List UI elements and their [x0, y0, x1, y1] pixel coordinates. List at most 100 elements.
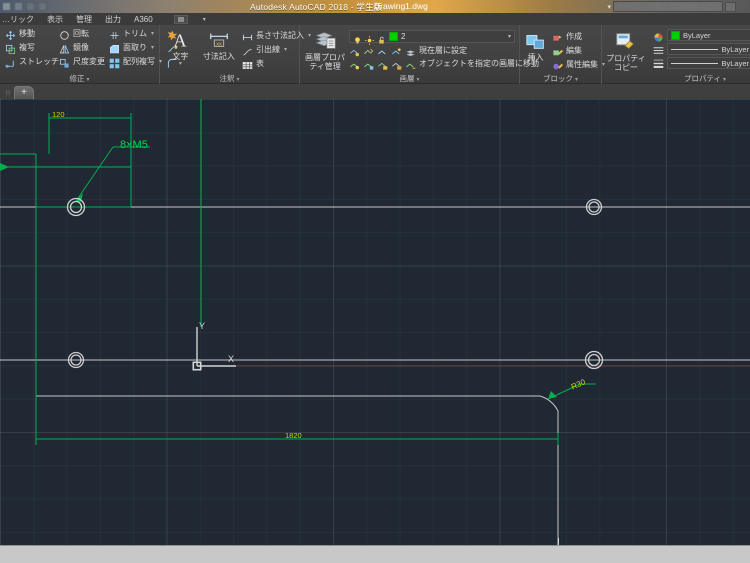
chevron-down-icon[interactable]: ▾ — [416, 77, 419, 83]
layer-lock-icon[interactable] — [377, 58, 388, 70]
tool-label: 編集 — [566, 46, 582, 55]
open-file-icon[interactable] — [26, 2, 35, 11]
app-menu-icon[interactable] — [2, 2, 11, 11]
color-wheel-icon[interactable] — [653, 30, 664, 42]
tool-table[interactable]: 表 — [240, 57, 296, 70]
property-linetype-dropdown[interactable]: ByLayer ▾ — [667, 43, 750, 55]
layer-color-swatch[interactable] — [389, 32, 398, 41]
tool-array[interactable]: 配列複写 ▾ — [107, 55, 163, 69]
chevron-down-icon[interactable]: ▾ — [723, 77, 726, 83]
tool-label: 尺度変更 — [73, 57, 105, 66]
chevron-down-icon[interactable]: ▾ — [575, 77, 578, 83]
layer-row-move-object[interactable]: オブジェクトを指定の画層に移動 — [349, 57, 539, 70]
drawing-canvas[interactable]: 120 8×M5 1820 R30 Y X — [0, 99, 750, 545]
edit-attribute-icon — [552, 59, 563, 70]
property-color-dropdown[interactable]: ByLayer ▾ — [667, 29, 750, 41]
tab-output[interactable]: 出力 — [105, 14, 121, 25]
tool-label: プロパティ コピー — [606, 54, 646, 72]
ribbon-panel-annotation: A 文字 ▾ xx 寸法記入 長さ寸法記入 ▾ 引出線 ▾ 表 注釈 ▾ — [160, 25, 311, 84]
ribbon: 移動 複写 ストレッチ 回転 鏡像 尺度変更 トリム ▾ 面取り ▾ 配列複写 … — [0, 25, 750, 84]
linetype-icon[interactable] — [653, 43, 664, 54]
layer-uniso-icon[interactable] — [391, 45, 402, 56]
new-file-icon[interactable] — [14, 2, 23, 11]
tab-manage[interactable]: 管理 — [76, 14, 92, 25]
help-icon[interactable] — [725, 1, 736, 12]
chevron-down-icon[interactable]: ▾ — [179, 61, 182, 67]
layer-set-current-icon[interactable] — [349, 45, 360, 56]
tool-rotate[interactable]: 回転 — [57, 27, 105, 40]
chevron-down-icon[interactable]: ▾ — [607, 3, 611, 11]
lineweight-icon[interactable] — [653, 56, 664, 68]
layer-iso-icon[interactable] — [377, 45, 388, 56]
new-tab-button[interactable]: + — [14, 86, 34, 99]
tab-a360[interactable]: A360 — [134, 15, 153, 24]
tab-click[interactable]: …リック — [2, 14, 34, 25]
copy-icon — [5, 42, 16, 55]
tab-view[interactable]: 表示 — [47, 14, 63, 25]
autocad-window: Autodesk AutoCAD 2018 - 学生版 Drawing1.dwg… — [0, 0, 750, 563]
tool-mirror[interactable]: 鏡像 — [57, 41, 105, 54]
tool-edit-block[interactable]: 編集 — [550, 44, 598, 57]
ribbon-panel-properties: ByLayer ▾ ByLayer ▾ ByLayer ▾ — [650, 25, 750, 84]
chevron-down-icon[interactable]: ▾ — [86, 77, 89, 83]
layer-control[interactable]: 2 ▾ — [349, 30, 515, 45]
lightbulb-icon[interactable] — [353, 32, 362, 44]
panel-title-properties[interactable]: プロパティ ▾ — [653, 73, 750, 84]
tool-dimension[interactable]: xx 寸法記入 — [200, 28, 238, 61]
chevron-down-icon[interactable]: ▾ — [151, 30, 154, 37]
construction-lines — [0, 206, 750, 545]
tool-trim[interactable]: トリム ▾ — [107, 27, 163, 40]
quick-access-toolbar[interactable] — [0, 0, 47, 13]
tool-label: 複写 — [19, 43, 35, 52]
layer-freeze-icon[interactable] — [405, 45, 416, 56]
tool-text[interactable]: A 文字 ▾ — [163, 28, 198, 67]
tool-label: 挿入 — [527, 53, 544, 62]
layer-off-icon[interactable] — [349, 58, 360, 69]
chevron-down-icon[interactable]: ▾ — [236, 77, 239, 83]
tool-chamfer[interactable]: 面取り ▾ — [107, 41, 163, 54]
sun-icon[interactable] — [365, 32, 374, 45]
panel-title-label: 画層 — [399, 74, 415, 83]
tool-copy[interactable]: 複写 — [3, 41, 55, 55]
tool-match-properties[interactable]: プロパティ コピー — [604, 30, 648, 72]
title-bar: Autodesk AutoCAD 2018 - 学生版 Drawing1.dwg… — [0, 0, 750, 13]
layer-unlock-icon[interactable] — [391, 58, 402, 70]
chevron-down-icon[interactable]: ▾ — [151, 44, 154, 51]
tool-layer-properties[interactable]: 画層プロパティ管理 — [303, 29, 347, 71]
insert-block-icon — [525, 30, 547, 52]
panel-title-block[interactable]: ブロック ▾ — [523, 73, 598, 84]
linear-dimension-icon — [242, 30, 253, 41]
layer-name: 2 — [401, 32, 406, 41]
tool-linear-dimension[interactable]: 長さ寸法記入 ▾ — [240, 29, 311, 42]
search-input[interactable] — [613, 1, 723, 12]
drag-grip-icon[interactable]: ⁝⁝ — [2, 86, 14, 99]
panel-title-annotation[interactable]: 注釈 ▾ — [163, 73, 296, 84]
tool-label: 配列複写 — [123, 57, 155, 66]
tool-leader[interactable]: 引出線 ▾ — [240, 43, 296, 56]
tool-create-block[interactable]: 作成 — [550, 30, 598, 43]
command-line-bar[interactable] — [0, 545, 750, 563]
panel-title-layer[interactable]: 画層 ▾ — [303, 73, 516, 84]
tool-insert-block[interactable]: 挿入 — [523, 29, 548, 62]
layer-match-icon[interactable] — [363, 45, 374, 56]
save-icon[interactable] — [38, 2, 47, 11]
workspace-switch-icon[interactable] — [173, 14, 188, 24]
chevron-down-icon[interactable]: ▾ — [284, 46, 287, 53]
tool-move[interactable]: 移動 — [3, 27, 55, 40]
ribbon-tab-bar[interactable]: …リック 表示 管理 出力 A360 ▾ — [0, 13, 750, 25]
layer-on-icon[interactable] — [363, 58, 374, 70]
tool-stretch[interactable]: ストレッチ — [3, 55, 59, 68]
tool-label: 長さ寸法記入 — [256, 31, 304, 40]
property-lineweight-dropdown[interactable]: ByLayer ▾ — [667, 57, 750, 69]
tool-label: 表 — [256, 59, 264, 68]
tool-edit-attribute[interactable]: 属性編集 ▾ — [550, 58, 605, 71]
layer-row-set-current[interactable]: 現在層に設定 — [349, 44, 539, 56]
chevron-down-icon[interactable]: ▾ — [508, 33, 511, 40]
layer-merge-icon[interactable] — [405, 58, 416, 69]
tool-scale[interactable]: 尺度変更 — [57, 55, 105, 68]
unlock-icon[interactable] — [377, 32, 386, 44]
panel-title-modify[interactable]: 修正 ▾ — [3, 73, 156, 84]
chevron-down-icon[interactable]: ▾ — [203, 16, 206, 23]
file-tab-bar: ⁝⁝ + — [0, 84, 750, 99]
help-search-area[interactable]: ▾ — [607, 1, 736, 12]
